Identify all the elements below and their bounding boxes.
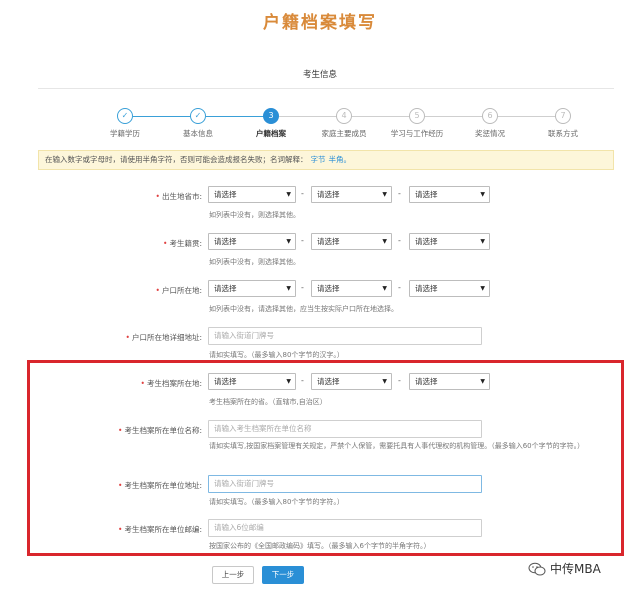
- dropdown-arrow-icon: ▼: [480, 191, 485, 198]
- step-label: 联系方式: [548, 129, 578, 138]
- field-label: • 户口所在地详细地址:: [125, 333, 202, 342]
- step-number: 7: [555, 108, 571, 124]
- wechat-icon: [528, 562, 546, 575]
- notice-text: 在输入数字或字母时，请使用半角字符，否则可能会造成报名失败；名词解释：: [45, 155, 308, 164]
- dropdown-arrow-icon: ▼: [286, 378, 291, 385]
- required-marker: •: [155, 286, 160, 295]
- step-2[interactable]: ✓ 基本信息: [165, 108, 231, 139]
- required-marker: •: [140, 379, 145, 388]
- hukou-city-select[interactable]: 请选择 ▼: [311, 280, 392, 297]
- required-marker: •: [163, 239, 168, 248]
- step-label: 户籍档案: [256, 129, 286, 138]
- separator: -: [398, 189, 401, 198]
- birthplace-province-select[interactable]: 请选择 ▼: [208, 186, 296, 203]
- separator: -: [398, 283, 401, 292]
- glossary-link-byte[interactable]: 字节: [311, 155, 326, 164]
- archive-postcode-input[interactable]: 请输入6位邮编: [208, 519, 482, 537]
- dropdown-arrow-icon: ▼: [382, 238, 387, 245]
- field-hint: 请如实填写,按国家档案管理有关规定，严禁个人保管，需要托具有人事代理权的机构管理…: [209, 442, 585, 450]
- divider: [38, 88, 614, 89]
- separator: -: [301, 283, 304, 292]
- required-marker: •: [118, 525, 123, 534]
- step-label: 家庭主要成员: [321, 129, 367, 138]
- separator: -: [398, 376, 401, 385]
- field-hint: 考生档案所在的省。（直辖市,自治区）: [209, 398, 327, 406]
- hukou-district-select[interactable]: 请选择 ▼: [409, 280, 490, 297]
- archive-district-select[interactable]: 请选择 ▼: [409, 373, 490, 390]
- step-label: 学籍学历: [110, 129, 140, 138]
- native-city-select[interactable]: 请选择 ▼: [311, 233, 392, 250]
- dropdown-arrow-icon: ▼: [382, 378, 387, 385]
- field-label: • 考生籍贯:: [163, 239, 202, 248]
- check-icon: ✓: [117, 108, 133, 124]
- separator: -: [301, 236, 304, 245]
- required-marker: •: [118, 426, 123, 435]
- dropdown-arrow-icon: ▼: [382, 285, 387, 292]
- dropdown-arrow-icon: ▼: [382, 191, 387, 198]
- required-marker: •: [125, 333, 130, 342]
- field-label: • 考生档案所在单位名称:: [118, 426, 202, 435]
- archive-province-select[interactable]: 请选择 ▼: [208, 373, 296, 390]
- required-marker: •: [155, 192, 160, 201]
- prev-button[interactable]: 上一步: [212, 566, 254, 584]
- step-1[interactable]: ✓ 学籍学历: [92, 108, 158, 139]
- step-number: 4: [336, 108, 352, 124]
- dropdown-arrow-icon: ▼: [286, 238, 291, 245]
- progress-stepper: ✓ 学籍学历 ✓ 基本信息 3 户籍档案 4 家庭主要成员 5 学习与工作经历 …: [92, 108, 600, 140]
- archive-unit-name-input[interactable]: 请输入考生档案所在单位名称: [208, 420, 482, 438]
- section-title: 考生信息: [302, 70, 337, 80]
- step-label: 基本信息: [183, 129, 213, 138]
- native-province-select[interactable]: 请选择 ▼: [208, 233, 296, 250]
- watermark: 中传MBA: [528, 560, 601, 577]
- next-button[interactable]: 下一步: [262, 566, 304, 584]
- dropdown-arrow-icon: ▼: [480, 378, 485, 385]
- field-hint: 如列表中没有，则选择其他。: [209, 258, 300, 266]
- field-label: • 考生档案所在地:: [140, 379, 202, 388]
- page-title: 户籍档案填写: [263, 13, 377, 33]
- required-marker: •: [118, 481, 123, 490]
- step-7[interactable]: 7 联系方式: [530, 108, 596, 139]
- birthplace-district-select[interactable]: 请选择 ▼: [409, 186, 490, 203]
- dropdown-arrow-icon: ▼: [286, 191, 291, 198]
- separator: -: [398, 236, 401, 245]
- field-label: • 考生档案所在单位地址:: [118, 481, 202, 490]
- step-3[interactable]: 3 户籍档案: [238, 108, 304, 139]
- step-6[interactable]: 6 奖惩情况: [457, 108, 523, 139]
- hukou-address-input[interactable]: 请输入街道门牌号: [208, 327, 482, 345]
- step-label: 奖惩情况: [475, 129, 505, 138]
- check-icon: ✓: [190, 108, 206, 124]
- dropdown-arrow-icon: ▼: [480, 285, 485, 292]
- field-hint: 如列表中没有，请选择其他，应当生按实际户口所在地选择。: [209, 305, 398, 313]
- field-label: • 出生地省市:: [155, 192, 202, 201]
- field-hint: 请如实填写。（最多输入80个字节的字符。）: [209, 498, 344, 506]
- watermark-text: 中传MBA: [550, 562, 601, 576]
- dropdown-arrow-icon: ▼: [480, 238, 485, 245]
- notice-bar: 在输入数字或字母时，请使用半角字符，否则可能会造成报名失败；名词解释： 字节 半角。: [38, 150, 614, 170]
- field-label: • 考生档案所在单位邮编:: [118, 525, 202, 534]
- field-label: • 户口所在地:: [155, 286, 202, 295]
- step-number: 6: [482, 108, 498, 124]
- step-5[interactable]: 5 学习与工作经历: [384, 108, 450, 139]
- step-4[interactable]: 4 家庭主要成员: [311, 108, 377, 139]
- field-hint: 如列表中没有，则选择其他。: [209, 211, 300, 219]
- archive-unit-address-input[interactable]: 请输入街道门牌号: [208, 475, 482, 493]
- hukou-province-select[interactable]: 请选择 ▼: [208, 280, 296, 297]
- step-label: 学习与工作经历: [390, 129, 444, 138]
- separator: -: [301, 376, 304, 385]
- field-hint: 按国家公布的《全国邮政编码》填写。（最多输入6个字节的半角字符。）: [209, 542, 431, 550]
- birthplace-city-select[interactable]: 请选择 ▼: [311, 186, 392, 203]
- step-number: 3: [263, 108, 279, 124]
- separator: -: [301, 189, 304, 198]
- glossary-link-halfwidth[interactable]: 半角。: [329, 155, 352, 164]
- native-district-select[interactable]: 请选择 ▼: [409, 233, 490, 250]
- dropdown-arrow-icon: ▼: [286, 285, 291, 292]
- archive-city-select[interactable]: 请选择 ▼: [311, 373, 392, 390]
- step-number: 5: [409, 108, 425, 124]
